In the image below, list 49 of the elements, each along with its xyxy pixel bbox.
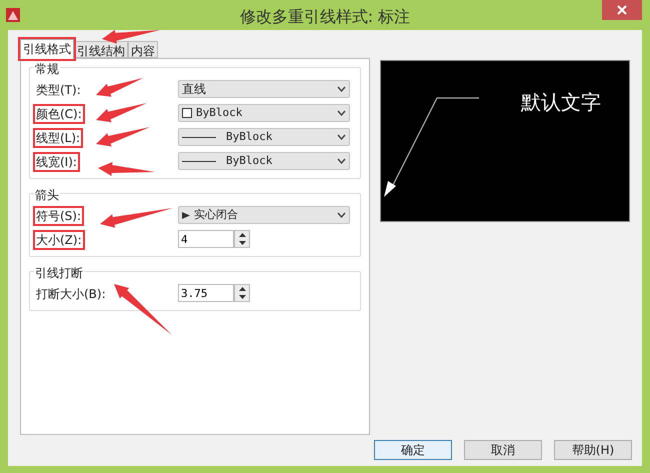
dialog-button[interactable]: 取消 — [464, 440, 542, 460]
field-label: 类型(T): — [35, 82, 82, 99]
preview-text: 默认文字 — [521, 89, 601, 116]
dropdown-value: ByBlock — [226, 128, 274, 145]
dropdown-value: ByBlock — [226, 152, 274, 169]
chevron-down-icon — [337, 110, 346, 116]
chevron-down-icon — [337, 86, 346, 92]
group-title: 引线打断 — [34, 264, 84, 282]
field-label: 线宽(I): — [33, 152, 80, 172]
annotation-arrow — [102, 30, 160, 44]
dialog-button[interactable]: 帮助(H) — [554, 440, 632, 460]
field-label: 线型(L): — [33, 128, 84, 148]
field-label: 大小(Z): — [33, 230, 85, 250]
chevron-down-icon — [337, 134, 346, 140]
annotation-arrow — [96, 127, 150, 146]
number-field[interactable]: 3.75 — [178, 284, 234, 302]
dropdown[interactable]: 实心闭合 — [178, 206, 350, 224]
up-arrow-icon — [238, 233, 246, 237]
tab[interactable]: 引线结构 — [74, 41, 128, 58]
down-arrow-icon — [238, 241, 246, 245]
dialog-button[interactable]: 确定 — [374, 440, 452, 460]
group-title: 箭头 — [34, 186, 60, 204]
spinner-control[interactable] — [234, 284, 250, 302]
dropdown-value: 实心闭合 — [194, 206, 239, 223]
up-arrow-icon — [238, 287, 246, 291]
close-button[interactable] — [602, 0, 642, 20]
spinner-control[interactable] — [234, 230, 250, 248]
dropdown[interactable]: ByBlock — [178, 104, 350, 122]
dropdown-value: 直线 — [182, 81, 207, 98]
dropdown[interactable]: ByBlock — [178, 128, 350, 146]
number-field[interactable]: 4 — [178, 230, 234, 248]
dropdown-value: ByBlock — [196, 104, 244, 121]
field-label: 符号(S): — [33, 206, 84, 226]
down-arrow-icon — [238, 295, 246, 299]
app-logo-icon — [6, 8, 20, 22]
chevron-down-icon — [337, 158, 346, 164]
annotation-arrow — [96, 78, 143, 97]
tab[interactable]: 内容 — [128, 41, 158, 58]
field-label: 颜色(C): — [33, 104, 85, 124]
tab[interactable]: 引线格式 — [20, 39, 74, 59]
close-icon — [617, 5, 627, 15]
window-title: 修改多重引线样式: 标注 — [238, 6, 412, 28]
field-label: 打断大小(B): — [35, 286, 107, 303]
dropdown[interactable]: 直线 — [178, 80, 350, 98]
chevron-down-icon — [337, 212, 346, 218]
annotation-arrow — [114, 284, 172, 335]
dropdown[interactable]: ByBlock — [178, 152, 350, 170]
annotation-arrow — [96, 103, 147, 122]
annotation-arrow — [98, 162, 155, 176]
